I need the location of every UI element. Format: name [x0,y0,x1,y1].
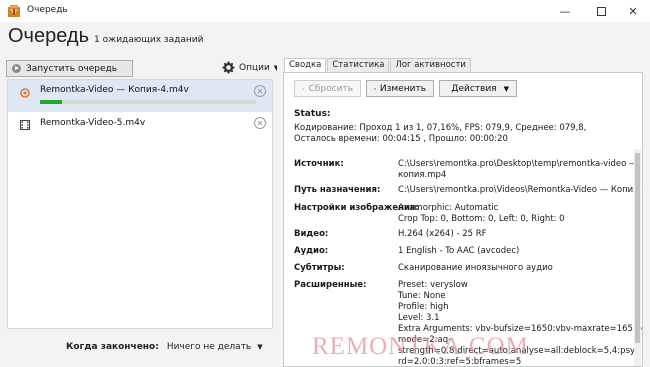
video-file-icon [20,120,30,130]
queue-list[interactable]: Remontka-Video — Копия-4.m4v ✕ Remontka-… [7,79,273,329]
detail-value-line: C:\Users\remontka.pro\Desktop\temp\remon… [398,159,638,169]
play-icon [12,64,21,73]
status-text: Кодирование: Проход 1 из 1, 07,16%, FPS:… [294,123,587,144]
queue-pane: Запустить очередь Опции ▼ Remontka-Video… [0,58,279,367]
minimize-button[interactable]: — [548,0,582,22]
encode-progress-bar [40,100,256,104]
detail-value-line: Tune: None [398,291,446,301]
pending-jobs-count: 1 ожидающих заданий [94,35,204,45]
detail-value-line: Extra Arguments: vbv-bufsize=1650:vbv-ma… [398,324,643,334]
summary-toolbar: Сбросить Изменить Действия ▼ [294,80,517,97]
tab-activity-log[interactable]: Лог активности [390,58,471,72]
queue-header: Очередь 1 ожидающих заданий [0,22,650,58]
remove-item-icon[interactable]: ✕ [254,85,266,97]
detail-key: Видео: [294,229,329,239]
details-scrollbar[interactable] [634,149,641,366]
detail-value-line: копия.mp4 [398,170,447,180]
detail-value: H.264 (x264) - 25 RF [398,229,634,240]
summary-panel: Сбросить Изменить Действия ▼ Status: Код… [283,72,643,367]
reset-icon [302,87,305,90]
detail-value-line: strength=0.8:direct=auto:analyse=all:deb… [398,346,638,356]
detail-value-line: 1 English - To AAC (avcodec) [398,246,520,256]
queue-item-name: Remontka-Video — Копия-4.m4v [40,85,189,95]
detail-value: Сканирование иноязычного аудио [398,263,634,274]
edit-label: Изменить [379,83,426,94]
detail-value-line: Profile: high [398,302,449,312]
detail-value-line: Crop Top: 0, Bottom: 0, Left: 0, Right: … [398,214,565,224]
close-icon: ✕ [628,4,638,18]
chevron-down-icon: ▼ [257,343,263,351]
detail-value-line: C:\Users\remontka.pro\Videos\Remontka-Vi… [398,185,643,195]
when-done-value: Ничего не делать [166,342,252,352]
detail-value-line: rd=2.0:0:3:ref=5:bframes=5 [398,357,522,367]
window-title: Очередь [27,5,68,15]
detail-key: Аудио: [294,246,329,256]
detail-value-line: H.264 (x264) - 25 RF [398,229,487,239]
detail-key: Расширенные: [294,280,367,290]
chevron-down-icon: ▼ [503,84,509,93]
scrollbar-thumb[interactable] [635,153,640,343]
minimize-icon: — [559,4,571,18]
queue-item-name: Remontka-Video-5.m4v [40,118,146,128]
detail-value-line: Anamorphic: Automatic [398,203,499,213]
detail-value-line: Сканирование иноязычного аудио [398,263,553,273]
queue-item[interactable]: Remontka-Video-5.m4v ✕ [8,112,272,144]
handbrake-app-icon [8,5,20,17]
options-label: Опции [239,62,270,73]
detail-value: Preset: veryslow Tune: None Profile: hig… [398,280,643,367]
close-window-button[interactable]: ✕ [616,0,650,22]
detail-key: Источник: [294,159,344,169]
detail-key: Путь назначения: [294,185,381,195]
detail-value: C:\Users\remontka.pro\Desktop\temp\remon… [398,159,638,181]
when-done-row: Когда закончено: Ничего не делать ▼ [66,342,263,352]
reset-button[interactable]: Сбросить [294,80,361,97]
detail-value-line: Level: 3.1 [398,313,440,323]
detail-value: C:\Users\remontka.pro\Videos\Remontka-Vi… [398,185,643,196]
detail-value-line: mode=2:aq- [398,335,452,345]
detail-key: Настройки изображения: [294,203,419,213]
tab-summary[interactable]: Сводка [284,58,327,73]
tab-statistics[interactable]: Статистика [327,58,390,72]
actions-label: Действия [451,83,497,94]
title-bar: Очередь — ✕ [0,0,650,22]
queue-item[interactable]: Remontka-Video — Копия-4.m4v ✕ [8,80,272,112]
detail-key: Субтитры: [294,263,345,273]
when-done-select[interactable]: Ничего не делать ▼ [167,342,263,352]
maximize-button[interactable] [584,0,618,22]
reset-label: Сбросить [308,83,353,94]
detail-tabs: Сводка Статистика Лог активности [284,58,472,73]
start-queue-label: Запустить очередь [26,63,118,74]
detail-value-line: Preset: veryslow [398,280,468,290]
when-done-label: Когда закончено: [66,342,159,352]
page-title: Очередь [8,25,89,47]
edit-button[interactable]: Изменить [366,80,434,97]
details-pane: Сводка Статистика Лог активности Сбросит… [277,58,650,367]
maximize-icon [596,6,606,16]
encode-progress-fill [40,100,62,104]
detail-value: Anamorphic: Automatic Crop Top: 0, Botto… [398,203,634,225]
options-menu-button[interactable]: Опции ▼ [222,61,279,74]
start-queue-button[interactable]: Запустить очередь [6,60,133,77]
actions-menu-button[interactable]: Действия ▼ [439,80,517,97]
detail-value: 1 English - To AAC (avcodec) [398,246,634,257]
document-edit-icon [374,87,376,90]
remove-item-icon[interactable]: ✕ [254,117,266,129]
gear-icon [222,61,235,74]
encoding-spinner-icon [20,88,30,98]
status-label: Status: [294,109,331,119]
